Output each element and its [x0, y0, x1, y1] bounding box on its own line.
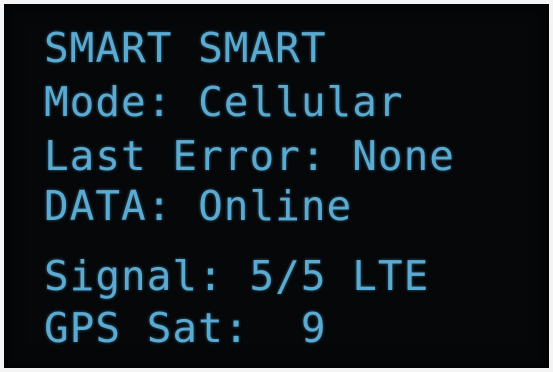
oled-display: SMART SMART Mode: Cellular Last Error: N… [4, 4, 549, 368]
display-title: SMART SMART [44, 24, 327, 72]
device-frame: SMART SMART Mode: Cellular Last Error: N… [0, 0, 553, 372]
signal-status: Signal: 5/5 LTE [44, 252, 430, 300]
data-status: DATA: Online [44, 182, 353, 230]
mode-status: Mode: Cellular [44, 78, 404, 126]
gps-satellite-count: GPS Sat: 9 [44, 304, 327, 352]
last-error-status: Last Error: None [44, 132, 455, 180]
